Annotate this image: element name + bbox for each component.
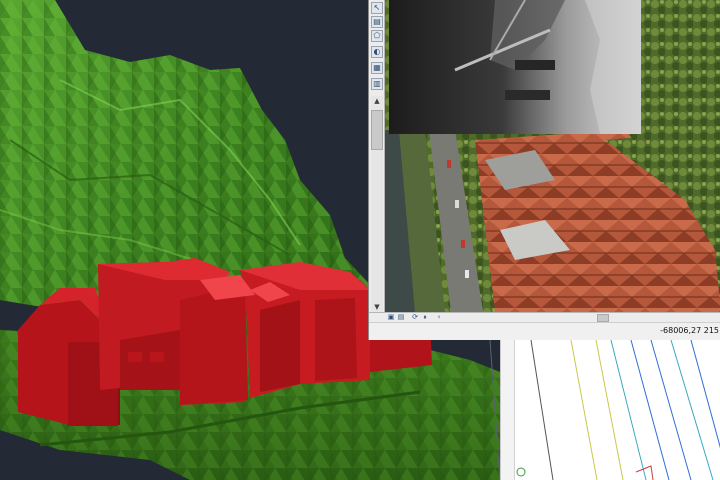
drawing-line [650, 340, 692, 480]
drawing-canvas[interactable] [501, 340, 720, 480]
drawing-line [610, 340, 647, 480]
drawing-line [690, 340, 720, 449]
scroll-up-icon[interactable]: ▲ [371, 96, 383, 106]
save-icon[interactable]: ▤ [397, 314, 405, 321]
drawing-symbol [516, 467, 526, 477]
drawing-panel[interactable] [500, 340, 720, 480]
polygon-icon[interactable]: ⬠ [371, 30, 383, 42]
orthophoto-image[interactable] [385, 0, 720, 312]
cad-workspace: ↖ ▤ ⬠ ◐ ▦ ▥ ▲ ▼ ▣ ▤ ⟳ ⏸ ‹ -68006,27 215 [0, 0, 720, 480]
horizontal-scroll-thumb[interactable] [597, 314, 609, 322]
refresh-icon[interactable]: ⟳ [411, 314, 419, 321]
vertical-scrollbar[interactable]: ▲ ▼ [371, 96, 383, 312]
layer-icon[interactable]: ▤ [371, 16, 383, 28]
drawing-line [570, 340, 598, 480]
coordinate-readout: -68006,27 215 [660, 326, 719, 335]
drawing-line [630, 340, 670, 480]
grid-icon[interactable]: ▦ [371, 62, 383, 74]
image-icon[interactable]: ▣ [387, 314, 395, 321]
drawing-line [530, 340, 554, 480]
cursor-icon[interactable]: ↖ [371, 2, 383, 14]
color-icon[interactable]: ◐ [371, 46, 383, 58]
drawing-line [595, 340, 624, 480]
scroll-thumb[interactable] [371, 110, 383, 150]
scroll-down-icon[interactable]: ▼ [371, 302, 383, 312]
drawing-line [670, 340, 714, 480]
arrow-left-icon[interactable]: ‹ [435, 314, 443, 321]
orthophoto-window[interactable]: ↖ ▤ ⬠ ◐ ▦ ▥ ▲ ▼ ▣ ▤ ⟳ ⏸ ‹ -68006,27 215 [368, 0, 720, 340]
pause-icon[interactable]: ⏸ [421, 314, 429, 321]
status-bar: ▣ ▤ ⟳ ⏸ ‹ [369, 312, 720, 322]
coordinate-bar: -68006,27 215 [369, 322, 720, 340]
vertical-toolbar: ↖ ▤ ⬠ ◐ ▦ ▥ ▲ ▼ [369, 0, 385, 312]
table-icon[interactable]: ▥ [371, 78, 383, 90]
